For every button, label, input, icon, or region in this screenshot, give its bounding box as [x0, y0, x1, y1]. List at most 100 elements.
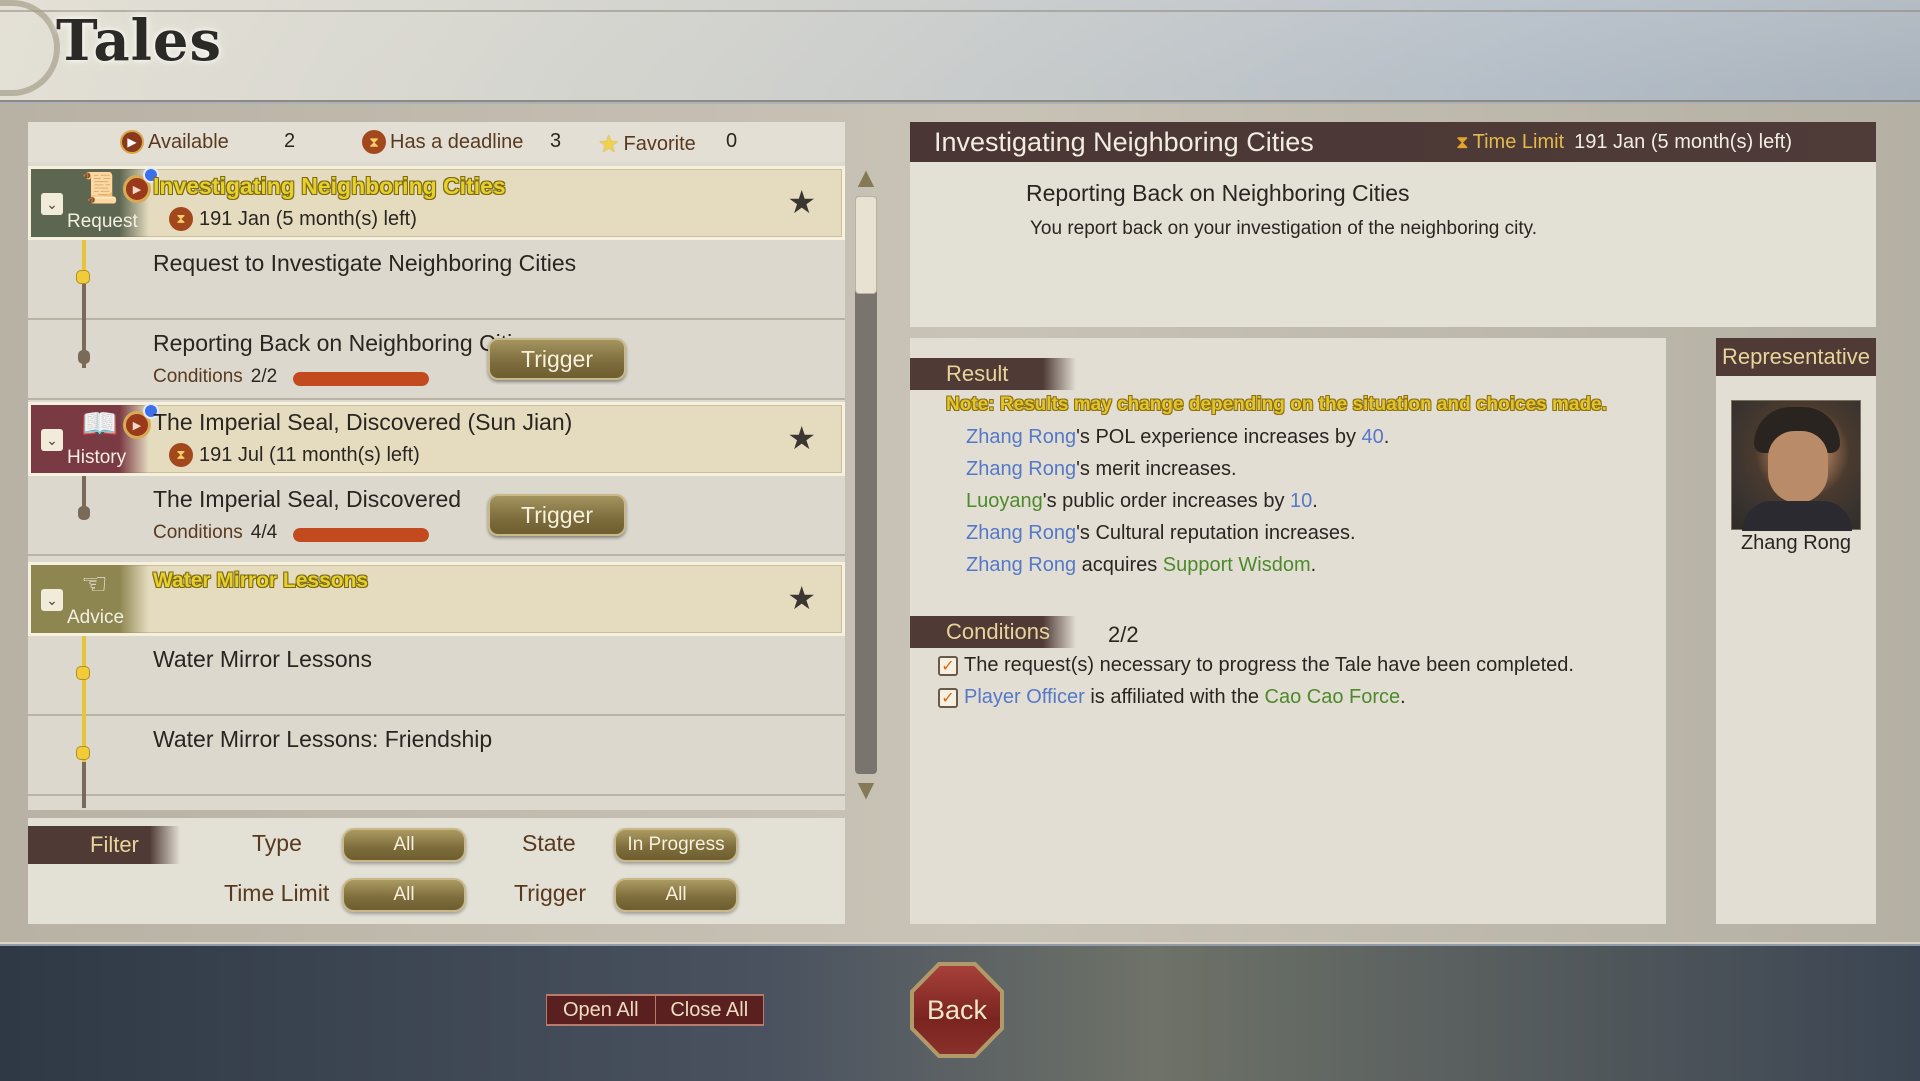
step-row[interactable]: Water Mirror Lessons: [28, 636, 845, 716]
star-icon: ★: [598, 131, 620, 158]
collapse-checkbox[interactable]: ⌄: [41, 589, 63, 611]
tale-type-badge: ⌄ ☜ Advice: [31, 565, 149, 633]
officer-name: Zhang Rong: [966, 554, 1077, 576]
tale-header-investigating[interactable]: ⌄ 📜 Request ▶ Investigating Neighboring …: [28, 166, 845, 240]
tale-header-imperial-seal[interactable]: ⌄ 📖 History ▶ The Imperial Seal, Discove…: [28, 402, 845, 476]
representative-name: Zhang Rong: [1740, 532, 1852, 554]
trigger-button[interactable]: Trigger: [488, 338, 626, 380]
filter-trigger-button[interactable]: All: [614, 878, 738, 912]
time-limit-value: 191 Jan (5 month(s) left): [1574, 131, 1792, 153]
collapse-checkbox[interactable]: ⌄: [41, 429, 63, 451]
condition-text: is affiliated with the: [1084, 686, 1265, 708]
stat-available: ▶ Available: [120, 130, 229, 154]
tale-title: Investigating Neighboring Cities: [153, 173, 506, 199]
step-title: Request to Investigate Neighboring Citie…: [153, 250, 577, 276]
result-panel: Result Note: Results may change dependin…: [910, 338, 1666, 924]
conditions-count: 2/2: [1108, 622, 1139, 647]
conditions-value: 2/2: [250, 366, 278, 387]
stat-deadline-label: Has a deadline: [390, 130, 524, 153]
condition-text: The request(s) necessary to progress the…: [964, 654, 1574, 676]
stats-bar: ▶ Available 2 ⧗ Has a deadline 3 ★ Favor…: [28, 122, 845, 162]
scrollbar-thumb[interactable]: [855, 196, 877, 295]
scroll-down-arrow-icon[interactable]: ▼: [852, 776, 880, 804]
filter-time-limit-button[interactable]: All: [342, 878, 466, 912]
step-title: Water Mirror Lessons: Friendship: [153, 726, 493, 752]
result-text: .: [1383, 426, 1390, 448]
result-label: Result: [910, 358, 1076, 390]
tale-deadline: ⧗ 191 Jul (11 month(s) left): [169, 443, 420, 467]
filter-panel: Filter Type All State In Progress Time L…: [28, 818, 845, 924]
tale-type-label: Advice: [67, 607, 125, 628]
skill-name: Support Wisdom: [1162, 554, 1311, 576]
stat-available-count: 2: [284, 130, 296, 152]
step-title: The Imperial Seal, Discovered: [153, 486, 462, 512]
detail-subtitle: Reporting Back on Neighboring Cities: [1026, 180, 1410, 206]
open-all-button[interactable]: Open All: [546, 996, 655, 1024]
tale-deadline: ⧗ 191 Jan (5 month(s) left): [169, 207, 417, 231]
screen-title: Tales: [56, 8, 223, 74]
filter-state-button[interactable]: In Progress: [614, 828, 738, 862]
condition-text: .: [1400, 686, 1406, 708]
stat-favorite-label: Favorite: [623, 133, 696, 155]
filter-state-label: State: [522, 830, 576, 856]
close-all-button[interactable]: Close All: [654, 996, 764, 1024]
result-text: 's Cultural reputation increases.: [1076, 522, 1356, 544]
hourglass-icon: ⧗: [169, 443, 193, 467]
condition-subject: Player Officer: [964, 686, 1085, 708]
trigger-button[interactable]: Trigger: [488, 494, 626, 536]
result-line: Zhang Rong's Cultural reputation increas…: [966, 522, 1356, 545]
stat-deadline: ⧗ Has a deadline: [362, 130, 523, 154]
representative-label: Representative: [1716, 338, 1876, 376]
filter-type-button[interactable]: All: [342, 828, 466, 862]
detail-body: Reporting Back on Neighboring Cities You…: [910, 162, 1876, 327]
conditions-section-label: Conditions: [910, 616, 1076, 648]
result-text: .: [1310, 554, 1317, 576]
scroll-up-arrow-icon[interactable]: ▲: [852, 164, 880, 192]
result-line: Zhang Rong's POL experience increases by…: [966, 426, 1389, 449]
tale-type-label: History: [67, 447, 127, 468]
result-line: Zhang Rong's merit increases.: [966, 458, 1237, 481]
tale-deadline-text: 191 Jul (11 month(s) left): [199, 443, 420, 466]
city-name: Luoyang: [966, 490, 1043, 512]
tales-list: ⌄ 📜 Request ▶ Investigating Neighboring …: [28, 166, 845, 808]
time-limit-label: Time Limit: [1472, 131, 1565, 153]
stat-favorite: ★ Favorite: [598, 130, 696, 159]
timeline-node-icon: [78, 506, 90, 520]
tale-header-water-mirror[interactable]: ⌄ ☜ Advice Water Mirror Lessons ★: [28, 562, 845, 636]
representative-panel: Representative Zhang Rong: [1716, 338, 1876, 924]
detail-description: You report back on your investigation of…: [1030, 218, 1537, 239]
scroll-icon: 📜: [81, 172, 119, 205]
filter-time-limit-label: Time Limit: [224, 880, 330, 906]
book-icon: 📖: [81, 408, 119, 441]
result-text: .: [1312, 490, 1318, 512]
favorite-star-icon[interactable]: ★: [787, 183, 816, 221]
timeline-node-icon: [76, 666, 90, 680]
result-text: 's public order increases by: [1042, 490, 1291, 512]
step-conditions: Conditions 4/4: [153, 522, 277, 544]
conditions-progress-bar: [293, 528, 429, 542]
result-value: 10: [1290, 490, 1313, 512]
progress-fill: [293, 372, 429, 386]
filter-trigger-label: Trigger: [514, 880, 586, 906]
step-row[interactable]: Request to Investigate Neighboring Citie…: [28, 240, 845, 320]
officer-portrait: [1731, 400, 1861, 531]
result-line: Zhang Rong acquires Support Wisdom.: [966, 554, 1316, 577]
step-row[interactable]: The Imperial Seal, Discovered Conditions…: [28, 476, 845, 556]
timeline-node-icon: [76, 746, 90, 760]
checkbox-checked-icon: ✓: [938, 687, 958, 708]
tales-list-panel: ▶ Available 2 ⧗ Has a deadline 3 ★ Favor…: [28, 122, 845, 810]
favorite-star-icon[interactable]: ★: [787, 419, 816, 457]
step-title: Reporting Back on Neighboring Cities: [153, 330, 537, 356]
detail-header: Investigating Neighboring Cities ⧗ Time …: [910, 122, 1876, 162]
conditions-progress-bar: [293, 372, 429, 386]
conditions-value: 4/4: [250, 522, 278, 543]
checkbox-checked-icon: ✓: [938, 655, 958, 676]
collapse-checkbox[interactable]: ⌄: [41, 193, 63, 215]
force-name: Cao Cao Force: [1264, 686, 1401, 708]
result-text: 's POL experience increases by: [1076, 426, 1362, 448]
step-row[interactable]: Reporting Back on Neighboring Cities Con…: [28, 320, 845, 400]
detail-time-limit: ⧗ Time Limit 191 Jan (5 month(s) left): [1456, 131, 1792, 154]
hourglass-icon: ⧗: [1456, 132, 1469, 152]
favorite-star-icon[interactable]: ★: [787, 579, 816, 617]
step-row[interactable]: Water Mirror Lessons: Friendship: [28, 716, 845, 796]
